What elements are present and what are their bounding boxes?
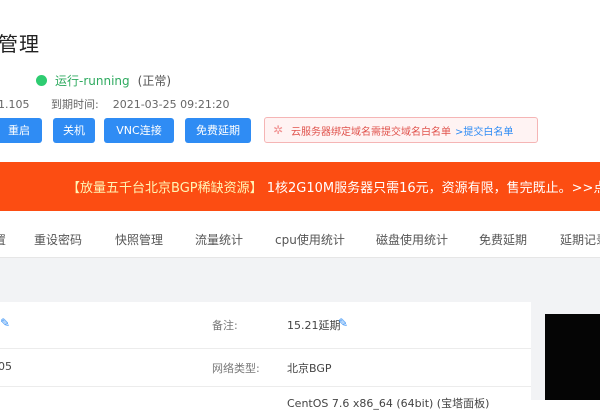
- tab-bar: 置 重设密码 快照管理 流量统计 cpu使用统计 磁盘使用统计 免费延期 延期记…: [0, 212, 600, 258]
- network-label: 网络类型:: [212, 362, 260, 375]
- tab-traffic[interactable]: 流量统计: [195, 212, 243, 257]
- ip-value: 1.105: [0, 98, 30, 111]
- status-row: 运行-running (正常): [36, 72, 171, 89]
- ip-partial: 05: [0, 360, 12, 373]
- warning-icon: ✲: [273, 123, 284, 137]
- shutdown-button[interactable]: 关机: [53, 118, 95, 143]
- remark-label: 备注:: [212, 319, 238, 332]
- tab-settings[interactable]: 置: [0, 212, 6, 257]
- remark-value: 15.21延期: [287, 319, 341, 332]
- expire-value: 2021-03-25 09:21:20: [112, 98, 230, 111]
- network-value: 北京BGP: [287, 362, 332, 375]
- promo-banner[interactable]: 【放量五千台北京BGP稀缺资源】 1核2G10M服务器只需16元，资源有限，售完…: [0, 162, 600, 211]
- status-normal: (正常): [137, 74, 172, 88]
- os-value: CentOS 7.6 x86_64 (64bit) (宝塔面板): [287, 397, 490, 410]
- edit-icon[interactable]: ✎: [0, 316, 10, 330]
- submit-whitelist-link[interactable]: >提交白名单: [455, 123, 513, 138]
- remark-edit-icon[interactable]: ✎: [336, 316, 348, 330]
- extend-button[interactable]: 免费延期: [185, 118, 251, 143]
- page-title: 管理: [0, 32, 40, 56]
- banner-text: 1核2G10M服务器只需16元，资源有限，售完既止。>>点: [266, 181, 600, 196]
- tab-snapshot[interactable]: 快照管理: [115, 212, 163, 257]
- vnc-button[interactable]: VNC连接: [104, 118, 174, 143]
- row-divider: [0, 386, 531, 387]
- meta-row: 1.105 到期时间: 2021-03-25 09:21:20: [0, 96, 230, 112]
- tab-cpu[interactable]: cpu使用统计: [275, 212, 345, 257]
- restart-button[interactable]: 重启: [0, 118, 42, 143]
- status-text: 运行-running: [55, 74, 130, 88]
- tab-reset-password[interactable]: 重设密码: [34, 212, 82, 257]
- tab-disk[interactable]: 磁盘使用统计: [376, 212, 448, 257]
- row-divider: [0, 348, 531, 349]
- notice-text: 云服务器绑定域名需提交域名白名单: [291, 126, 451, 138]
- tab-extend[interactable]: 免费延期: [479, 212, 527, 257]
- banner-highlight: 【放量五千台北京BGP稀缺资源】: [67, 181, 263, 196]
- expire-label: 到期时间:: [51, 98, 99, 111]
- detail-card: ✎ 备注: 15.21延期 ✎ 05 网络类型: 北京BGP CentOS 7.…: [0, 302, 531, 410]
- side-panel: [545, 314, 600, 400]
- whitelist-notice: ✲ 云服务器绑定域名需提交域名白名单 >提交白名单: [264, 117, 538, 143]
- tab-extend-records[interactable]: 延期记录: [560, 212, 600, 257]
- status-dot-icon: [36, 75, 47, 86]
